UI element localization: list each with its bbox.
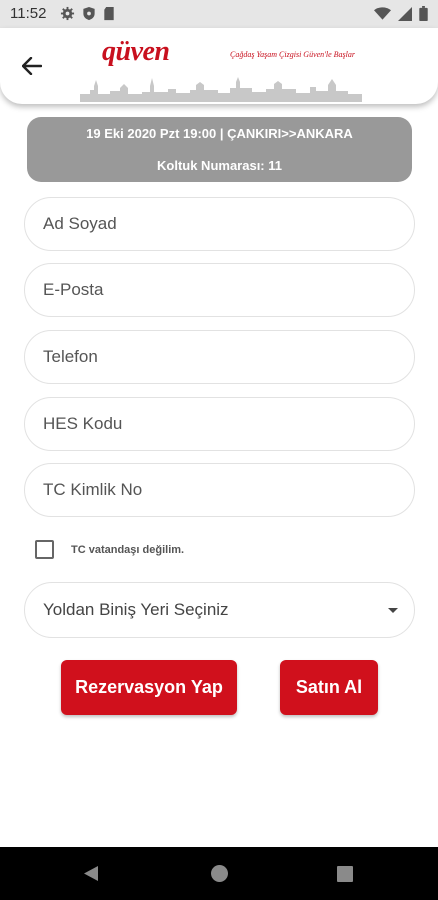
trip-info-card: 19 Eki 2020 Pzt 19:00 | ÇANKIRI>>ANKARA … [27, 117, 412, 182]
arrow-left-icon [22, 57, 42, 75]
city-skyline-graphic [80, 77, 362, 102]
name-placeholder: Ad Soyad [43, 214, 117, 233]
seat-number: Koltuk Numarası: 11 [157, 158, 282, 173]
non-citizen-checkbox[interactable] [35, 540, 54, 559]
boarding-point-select[interactable]: Yoldan Biniş Yeri Seçiniz [24, 582, 415, 638]
battery-icon [419, 6, 428, 21]
trip-summary: 19 Eki 2020 Pzt 19:00 | ÇANKIRI>>ANKARA [86, 126, 353, 141]
hes-code-field[interactable]: HES Kodu [24, 397, 415, 451]
phone-placeholder: Telefon [43, 347, 98, 366]
status-right-icons [374, 6, 428, 21]
phone-field[interactable]: Telefon [24, 330, 415, 384]
nav-back-icon[interactable] [83, 865, 99, 887]
buy-button[interactable]: Satın Al [280, 660, 378, 715]
settings-icon [60, 6, 75, 21]
name-field[interactable]: Ad Soyad [24, 197, 415, 251]
logo-slogan: Çağdaş Yaşam Çizgisi Güven'le Başlar [230, 50, 355, 59]
boarding-point-value: Yoldan Biniş Yeri Seçiniz [43, 600, 229, 619]
hes-code-placeholder: HES Kodu [43, 414, 123, 433]
status-time: 11:52 [10, 5, 47, 22]
tc-id-field[interactable]: TC Kimlik No [24, 463, 415, 517]
email-placeholder: E-Posta [43, 280, 104, 299]
dropdown-arrow-icon [388, 608, 398, 613]
system-nav-bar [0, 847, 438, 900]
non-citizen-row: TC vatandaşı değilim. [35, 540, 184, 559]
sd-card-icon [103, 6, 115, 21]
nav-home-icon[interactable] [211, 865, 228, 882]
status-left-icons [60, 6, 115, 21]
app-header: qüven Çağdaş Yaşam Çizgisi Güven'le Başl… [0, 28, 438, 104]
back-button[interactable] [18, 52, 46, 80]
wifi-icon [374, 6, 391, 21]
reserve-button[interactable]: Rezervasyon Yap [61, 660, 237, 715]
company-logo: qüven Çağdaş Yaşam Çizgisi Güven'le Başl… [80, 36, 370, 102]
logo-text: qüven [102, 36, 170, 67]
shield-icon [82, 6, 96, 21]
status-bar: 11:52 [0, 0, 438, 28]
non-citizen-label: TC vatandaşı değilim. [71, 543, 185, 556]
signal-icon [398, 6, 412, 21]
email-field[interactable]: E-Posta [24, 263, 415, 317]
tc-id-placeholder: TC Kimlik No [43, 480, 143, 499]
nav-recents-icon[interactable] [337, 866, 353, 882]
